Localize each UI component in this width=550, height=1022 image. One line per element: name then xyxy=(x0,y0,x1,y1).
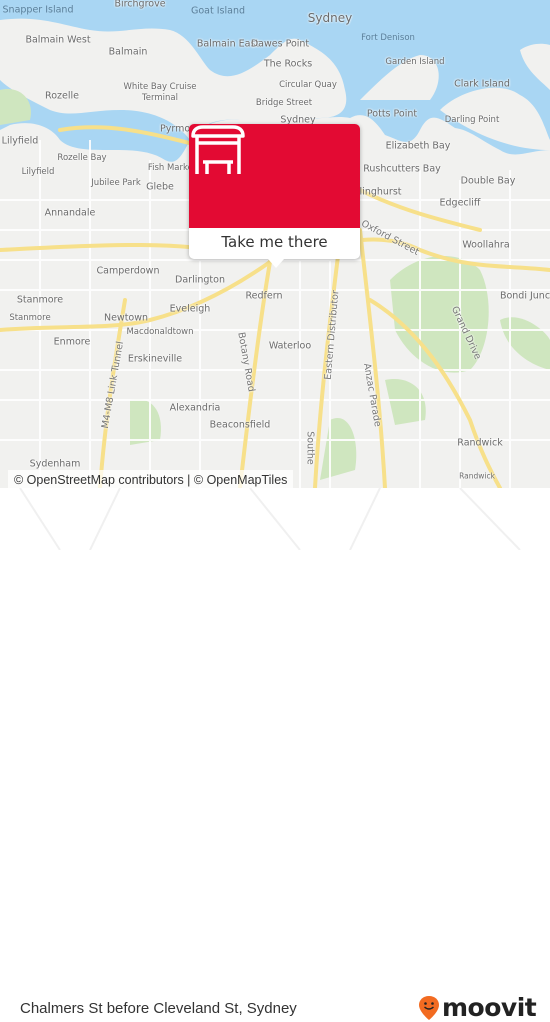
map-label: Clark Island xyxy=(454,78,510,90)
popup-header xyxy=(189,124,360,228)
map-label: Lilyfield xyxy=(1,135,39,147)
footer: Chalmers St before Cleveland St, Sydney … xyxy=(0,488,550,1022)
map-label: White Bay Cruise xyxy=(123,82,197,92)
map-label: Woollahra xyxy=(462,239,510,251)
take-me-there-button[interactable]: Take me there xyxy=(189,228,360,259)
map-label: Darlington xyxy=(175,274,225,286)
map-label: Balmain East xyxy=(196,38,260,50)
map-label: Glebe xyxy=(146,181,174,193)
map-label: Edgecliff xyxy=(439,197,481,209)
map-label: Rozelle xyxy=(45,90,79,102)
map-label: Stanmore xyxy=(9,313,51,323)
map-label: Bridge Street xyxy=(255,98,313,108)
map-label: Randwick xyxy=(457,437,503,449)
map-label: Balmain West xyxy=(25,34,91,46)
map-label: Terminal xyxy=(142,93,178,103)
moovit-logo[interactable]: moovit xyxy=(418,993,537,1022)
map-label: Southe xyxy=(304,431,316,465)
map-label: Enmore xyxy=(53,336,91,348)
map-attribution[interactable]: © OpenStreetMap contributors | © OpenMap… xyxy=(8,470,294,488)
map-label: Alexandria xyxy=(169,402,221,414)
map-label: Elizabeth Bay xyxy=(385,140,451,152)
map-label: Potts Point xyxy=(366,108,418,120)
map-label: Darling Point xyxy=(444,115,500,125)
bus-stop-shelter-icon xyxy=(191,125,245,174)
map-label: Newtown xyxy=(103,312,149,324)
map-label: Birchgrove xyxy=(114,0,166,10)
map-label: Erskineville xyxy=(127,353,183,365)
map-label: Fort Denison xyxy=(361,33,415,43)
stop-popup[interactable]: Take me there xyxy=(189,124,360,268)
map-label: Beaconsfield xyxy=(209,419,271,431)
map-label: Circular Quay xyxy=(279,80,337,90)
map-label: Waterloo xyxy=(268,340,312,352)
map-label: Annandale xyxy=(44,207,96,219)
popup-pointer xyxy=(268,259,284,268)
map-label: Balmain xyxy=(108,46,148,58)
map-label: Stanmore xyxy=(16,294,64,306)
map-label: Sydney xyxy=(307,11,353,25)
map-label: Randwick xyxy=(459,471,495,481)
stop-name: Chalmers St before Cleveland St, Sydney xyxy=(20,1000,297,1017)
footer-background-pattern xyxy=(19,488,521,550)
map-label: Double Bay xyxy=(460,175,516,187)
map-label: Macdonaldtown xyxy=(126,327,194,337)
map-label: Redfern xyxy=(245,290,283,302)
map[interactable]: Snapper Island Birchgrove Goat Island Sy… xyxy=(0,0,550,488)
map-label: Bondi Junc xyxy=(499,290,550,302)
map-label: The Rocks xyxy=(263,58,313,70)
map-label: Goat Island xyxy=(190,5,246,17)
map-label: Sydenham xyxy=(29,458,81,470)
map-label: Lilyfield xyxy=(21,167,55,177)
map-label: Rushcutters Bay xyxy=(363,163,441,175)
map-label: Garden Island xyxy=(385,57,445,67)
map-label: Eveleigh xyxy=(169,303,211,315)
map-label: Jubilee Park xyxy=(91,178,141,188)
moovit-pin-icon xyxy=(419,995,439,1020)
moovit-logo-text: moovit xyxy=(442,993,537,1022)
map-label: Camperdown xyxy=(96,265,160,277)
map-label: Rozelle Bay xyxy=(57,153,107,163)
map-label: Snapper Island xyxy=(2,4,74,16)
map-label: Dawes Point xyxy=(250,38,310,50)
